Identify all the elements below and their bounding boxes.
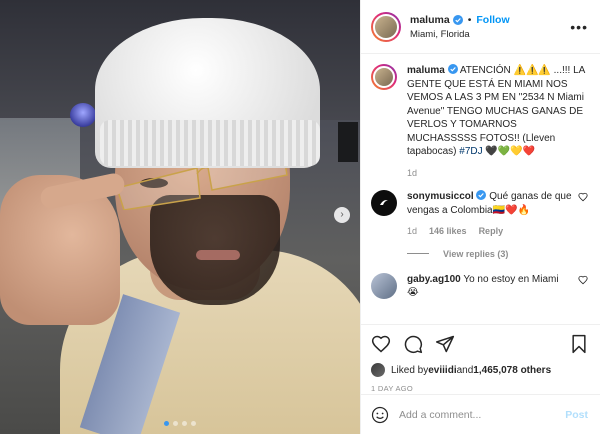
comment-time: 1d [407, 226, 418, 236]
more-options-icon[interactable]: ••• [570, 19, 588, 35]
carousel-dot [191, 421, 196, 426]
location-link[interactable]: Miami, Florida [410, 29, 570, 40]
post-timestamp[interactable]: 1 DAY AGO [371, 384, 588, 393]
verified-badge-icon [452, 14, 463, 25]
carousel-dot [164, 421, 169, 426]
avatar[interactable] [371, 64, 397, 90]
caption: maluma ATENCIÓN ⚠️⚠️⚠️ ...!!! LA GENTE Q… [371, 64, 588, 180]
hashtag-link[interactable]: #7DJ [459, 146, 482, 157]
caption-emoji: 🖤💚💛❤️ [482, 146, 536, 157]
comment-icon[interactable] [403, 334, 423, 354]
view-replies-button[interactable]: View replies (3) [407, 249, 588, 259]
post-comment-button[interactable]: Post [565, 409, 588, 421]
comments-list[interactable]: maluma ATENCIÓN ⚠️⚠️⚠️ ...!!! LA GENTE Q… [361, 54, 600, 324]
liker-avatar [371, 363, 385, 377]
action-bar [371, 333, 588, 355]
reply-button[interactable]: Reply [479, 225, 504, 239]
author-username[interactable]: maluma [410, 14, 450, 26]
likes-count[interactable]: 1,465,078 others [473, 365, 551, 376]
post-details: maluma • Follow Miami, Florida ••• malum… [360, 0, 600, 434]
heart-icon[interactable] [578, 275, 588, 285]
carousel-dot [182, 421, 187, 426]
emoji-icon[interactable] [371, 406, 389, 424]
likes-summary[interactable]: Liked by eviiidi and 1,465,078 others [371, 363, 588, 377]
caption-username[interactable]: maluma [407, 65, 445, 76]
comment-item: sonymusiccol Qué ganas de que vengas a C… [371, 190, 588, 239]
comment-username[interactable]: sonymusiccol [407, 191, 474, 202]
avatar[interactable] [371, 190, 397, 216]
liker-username[interactable]: eviiidi [428, 365, 456, 376]
follow-button[interactable]: Follow [476, 14, 509, 26]
comment-input[interactable] [399, 408, 566, 421]
separator-dot: • [467, 13, 472, 26]
verified-badge-icon [476, 190, 487, 200]
heart-icon[interactable] [578, 192, 588, 202]
next-arrow-button[interactable]: › [334, 207, 350, 223]
like-heart-icon[interactable] [371, 334, 391, 354]
caption-text: ATENCIÓN ⚠️⚠️⚠️ ...!!! LA GENTE QUE ESTÁ… [407, 65, 585, 157]
share-icon[interactable] [435, 334, 455, 354]
bookmark-icon[interactable] [570, 334, 588, 354]
caption-time: 1d [407, 167, 418, 178]
verified-badge-icon [447, 64, 458, 74]
avatar[interactable] [371, 11, 401, 42]
instagram-post: › maluma • Follow Miami, Florida ••• mal… [0, 0, 600, 434]
post-header: maluma • Follow Miami, Florida ••• [361, 0, 600, 54]
avatar[interactable] [371, 272, 397, 299]
sony-logo-icon [380, 200, 388, 205]
carousel-dots [0, 421, 360, 426]
add-comment-bar: Post [361, 394, 600, 434]
comment-item: gaby.ag100 Yo no estoy en Miami 😭 [371, 272, 588, 300]
carousel-dot [173, 421, 178, 426]
comment-username[interactable]: gaby.ag100 [407, 274, 461, 285]
chevron-right-icon: › [340, 209, 344, 220]
comment-likes-link[interactable]: 146 likes [429, 225, 467, 239]
post-actions-area: Liked by eviiidi and 1,465,078 others 1 … [361, 324, 600, 394]
post-photo[interactable]: › [0, 0, 360, 434]
